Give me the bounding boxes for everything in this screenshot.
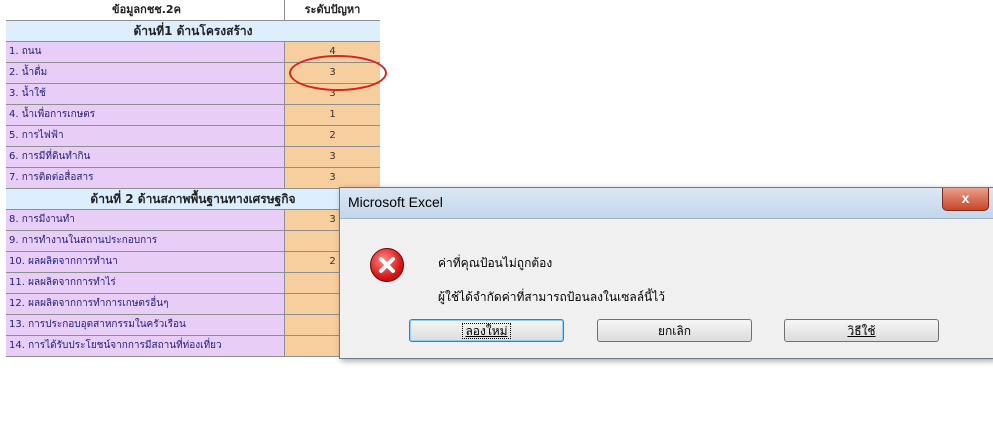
item-name-cell[interactable]: 9. การทำงานในสถานประกอบการ [6, 231, 285, 251]
item-name-cell[interactable]: 3. น้ำใช้ [6, 84, 285, 104]
item-name-cell[interactable]: 1. ถนน [6, 42, 285, 62]
problem-level-cell[interactable]: 1 [285, 105, 380, 125]
table-row: 12. ผลผลิตจากการทำการเกษตรอื่นๆ [6, 294, 380, 315]
cancel-button[interactable]: ยกเลิก [597, 319, 752, 342]
item-name-cell[interactable]: 7. การติดต่อสื่อสาร [6, 168, 285, 188]
retry-button-label: ลองใหม่ [462, 323, 511, 339]
header-name-cell[interactable]: ข้อมูลกชช.2ค [6, 0, 285, 20]
table-row: 8. การมีงานทำ 3 [6, 210, 380, 231]
error-icon [370, 248, 404, 282]
item-name-cell[interactable]: 11. ผลผลิตจากการทำไร่ [6, 273, 285, 293]
close-button[interactable]: x [942, 188, 989, 211]
dialog-title: Microsoft Excel [348, 194, 443, 210]
item-name-cell[interactable]: 4. น้ำเพื่อการเกษตร [6, 105, 285, 125]
item-name-cell[interactable]: 6. การมีที่ดินทำกิน [6, 147, 285, 167]
problem-level-cell[interactable]: 3 [285, 147, 380, 167]
header-value-cell[interactable]: ระดับปัญหา [285, 0, 380, 20]
section-title[interactable]: ด้านที่ 2 ด้านสภาพพื้นฐานทางเศรษฐกิจ [6, 189, 380, 209]
item-name-cell[interactable]: 10. ผลผลิตจากการทำนา [6, 252, 285, 272]
table-row: 9. การทำงานในสถานประกอบการ [6, 231, 380, 252]
item-name-cell[interactable]: 8. การมีงานทำ [6, 210, 285, 230]
help-button[interactable]: วิธีใช้ [784, 319, 939, 342]
table-row: 11. ผลผลิตจากการทำไร่ [6, 273, 380, 294]
section-header-row: ด้านที่1 ด้านโครงสร้าง [6, 21, 380, 42]
error-dialog: Microsoft Excel x ค่าที่คุณป้อนไม่ถูกต้อ… [339, 187, 993, 359]
highlight-oval [289, 55, 387, 91]
retry-button[interactable]: ลองใหม่ [409, 319, 564, 342]
item-name-cell[interactable]: 2. น้ำดื่ม [6, 63, 285, 83]
error-message: ค่าที่คุณป้อนไม่ถูกต้อง [438, 256, 553, 270]
table-row: 4. น้ำเพื่อการเกษตร 1 [6, 105, 380, 126]
table-row: 14. การได้รับประโยชน์จากการมีสถานที่ท่อง… [6, 336, 380, 357]
header-row: ข้อมูลกชช.2ค ระดับปัญหา [6, 0, 380, 21]
table-row: 6. การมีที่ดินทำกิน 3 [6, 147, 380, 168]
table-row: 13. การประกอบอุตสาหกรรมในครัวเรือน [6, 315, 380, 336]
dialog-titlebar[interactable]: Microsoft Excel x [340, 188, 993, 219]
item-name-cell[interactable]: 13. การประกอบอุตสาหกรรมในครัวเรือน [6, 315, 285, 335]
table-row: 7. การติดต่อสื่อสาร 3 [6, 168, 380, 189]
problem-level-cell[interactable]: 2 [285, 126, 380, 146]
problem-level-cell[interactable]: 3 [285, 168, 380, 188]
item-name-cell[interactable]: 14. การได้รับประโยชน์จากการมีสถานที่ท่อง… [6, 336, 285, 356]
close-icon: x [961, 190, 970, 206]
table-row: 10. ผลผลิตจากการทำนา 2 [6, 252, 380, 273]
item-name-cell[interactable]: 5. การไฟฟ้า [6, 126, 285, 146]
section-header-row: ด้านที่ 2 ด้านสภาพพื้นฐานทางเศรษฐกิจ [6, 189, 380, 210]
cancel-button-label: ยกเลิก [657, 324, 692, 338]
help-button-label: วิธีใช้ [847, 324, 876, 338]
table-row: 5. การไฟฟ้า 2 [6, 126, 380, 147]
error-detail: ผู้ใช้ได้จำกัดค่าที่สามารถป้อนลงในเซลล์น… [438, 290, 666, 304]
item-name-cell[interactable]: 12. ผลผลิตจากการทำการเกษตรอื่นๆ [6, 294, 285, 314]
section-title[interactable]: ด้านที่1 ด้านโครงสร้าง [6, 21, 380, 41]
